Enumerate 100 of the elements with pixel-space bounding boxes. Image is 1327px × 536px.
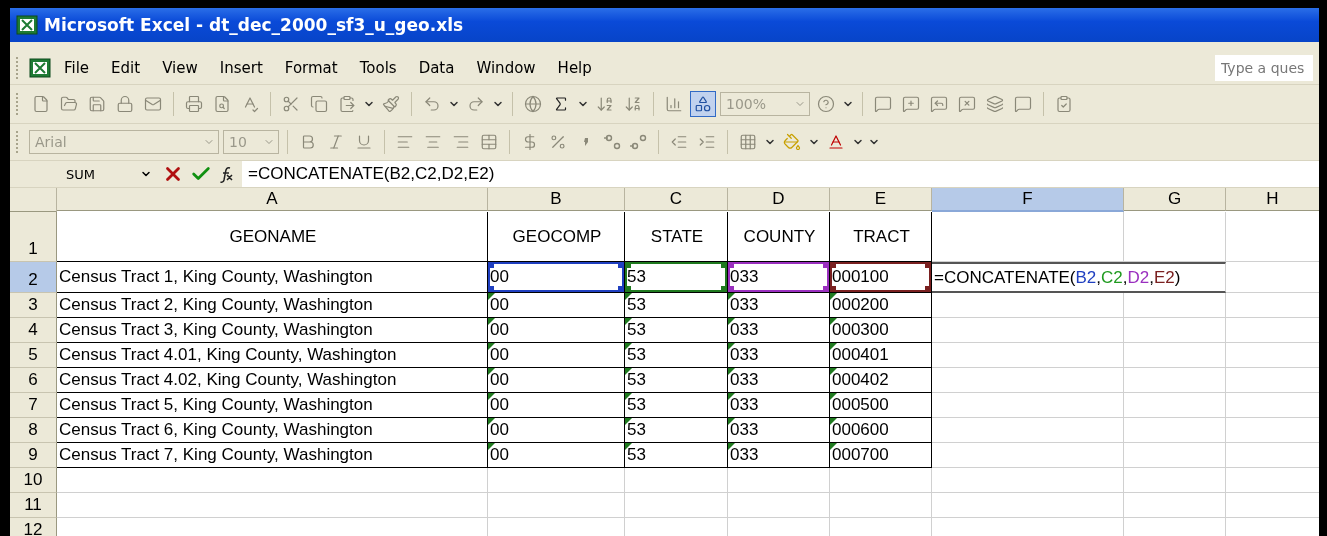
row-header[interactable]: 4: [10, 318, 57, 343]
column-header[interactable]: C: [625, 188, 728, 211]
empty-cell[interactable]: [1124, 318, 1226, 343]
table-cell: Census Tract 2, King County, Washington: [57, 293, 488, 318]
menu-item[interactable]: File: [55, 56, 99, 80]
table-cell: 00: [488, 318, 625, 343]
empty-cell[interactable]: [1124, 443, 1226, 468]
error-indicator-icon: [488, 343, 495, 350]
row-header[interactable]: 8: [10, 418, 57, 443]
column-header[interactable]: H: [1226, 188, 1319, 211]
empty-cell[interactable]: [932, 293, 1124, 318]
empty-cell[interactable]: [932, 493, 1124, 518]
error-indicator-icon: [728, 393, 735, 400]
empty-cell[interactable]: [1124, 293, 1226, 318]
error-indicator-icon: [625, 443, 632, 450]
row-header[interactable]: 9: [10, 443, 57, 468]
shapes-icon[interactable]: [690, 91, 716, 117]
row-header[interactable]: 10: [10, 468, 57, 493]
table-cell: 00: [488, 293, 625, 318]
row-header[interactable]: 6: [10, 368, 57, 393]
menu-item[interactable]: Data: [409, 56, 464, 80]
error-indicator-icon: [625, 318, 632, 325]
empty-cell[interactable]: [625, 493, 728, 518]
row-header[interactable]: 1: [10, 212, 57, 262]
error-indicator-icon: [728, 368, 735, 375]
empty-cell[interactable]: [932, 343, 1124, 368]
error-indicator-icon: [830, 393, 837, 400]
menu-item[interactable]: Help: [548, 56, 601, 80]
table-cell: 033: [728, 368, 830, 393]
empty-cell[interactable]: [932, 468, 1124, 493]
menu-item[interactable]: View: [153, 56, 207, 80]
error-indicator-icon: [488, 443, 495, 450]
function-icon[interactable]: [218, 165, 236, 183]
empty-cell[interactable]: [830, 493, 932, 518]
row-header[interactable]: 12: [10, 518, 57, 536]
select-all-corner[interactable]: [10, 188, 57, 212]
error-indicator-icon: [830, 343, 837, 350]
empty-cell[interactable]: [1124, 343, 1226, 368]
error-indicator-icon: [488, 418, 495, 425]
error-indicator-icon: [488, 393, 495, 400]
table-cell: 033: [728, 293, 830, 318]
column-header[interactable]: B: [488, 188, 625, 211]
menu-item[interactable]: Window: [467, 56, 545, 80]
row-header[interactable]: 11: [10, 493, 57, 518]
empty-cell[interactable]: [932, 443, 1124, 468]
table-cell: Census Tract 4.01, King County, Washington: [57, 343, 488, 368]
table-cell: 000402: [830, 368, 932, 393]
menu-item[interactable]: Format: [275, 56, 347, 80]
menu-item[interactable]: Edit: [102, 56, 150, 80]
menu-item[interactable]: Tools: [350, 56, 406, 80]
table-cell: Census Tract 5, King County, Washington: [57, 393, 488, 418]
table-cell: 53: [625, 418, 728, 443]
column-header[interactable]: D: [728, 188, 830, 211]
formula-field[interactable]: =CONCATENATE(B2,C2,D2,E2): [242, 161, 1319, 187]
error-indicator-icon: [488, 368, 495, 375]
table-cell: 00: [488, 393, 625, 418]
column-header[interactable]: G: [1124, 188, 1226, 211]
table-cell: 00: [488, 262, 625, 293]
table-cell: 000200: [830, 293, 932, 318]
empty-cell[interactable]: [625, 468, 728, 493]
row-header[interactable]: 2: [10, 262, 57, 293]
empty-cell[interactable]: [1124, 493, 1226, 518]
empty-cell[interactable]: [488, 493, 625, 518]
table-cell: 53: [625, 293, 728, 318]
empty-cell[interactable]: [830, 468, 932, 493]
empty-cell[interactable]: [1124, 468, 1226, 493]
name-box[interactable]: SUM: [16, 163, 156, 185]
column-header[interactable]: F: [932, 188, 1124, 212]
table-cell: 00: [488, 418, 625, 443]
empty-cell[interactable]: [932, 368, 1124, 393]
table-cell: 00: [488, 368, 625, 393]
table-cell: 000500: [830, 393, 932, 418]
empty-cell[interactable]: [488, 468, 625, 493]
empty-cell[interactable]: [1124, 368, 1226, 393]
empty-cell[interactable]: [932, 418, 1124, 443]
row-header[interactable]: 5: [10, 343, 57, 368]
empty-cell[interactable]: [728, 468, 830, 493]
help-search-field[interactable]: Type a ques: [1215, 55, 1313, 81]
error-indicator-icon: [625, 393, 632, 400]
empty-cell[interactable]: [932, 318, 1124, 343]
empty-cell[interactable]: [1124, 393, 1226, 418]
column-header[interactable]: A: [57, 188, 488, 211]
table-cell: 53: [625, 368, 728, 393]
empty-cell[interactable]: [728, 493, 830, 518]
window-title: Microsoft Excel - dt_dec_2000_sf3_u_geo.xls: [44, 15, 464, 35]
error-indicator-icon: [728, 318, 735, 325]
row-header[interactable]: 7: [10, 393, 57, 418]
empty-cell[interactable]: [932, 393, 1124, 418]
excel-logo-icon: [16, 15, 38, 35]
menu-item[interactable]: Insert: [210, 56, 272, 80]
empty-cell[interactable]: [1124, 418, 1226, 443]
table-cell: TRACT: [830, 212, 932, 262]
error-indicator-icon: [625, 343, 632, 350]
table-cell: 00: [488, 443, 625, 468]
table-cell: 53: [625, 262, 728, 293]
table-cell: STATE: [625, 212, 728, 262]
table-cell: Census Tract 6, King County, Washington: [57, 418, 488, 443]
formula-cell[interactable]: =CONCATENATE(B2,C2,D2,E2): [932, 262, 1226, 293]
row-header[interactable]: 3: [10, 293, 57, 318]
column-header[interactable]: E: [830, 188, 932, 211]
